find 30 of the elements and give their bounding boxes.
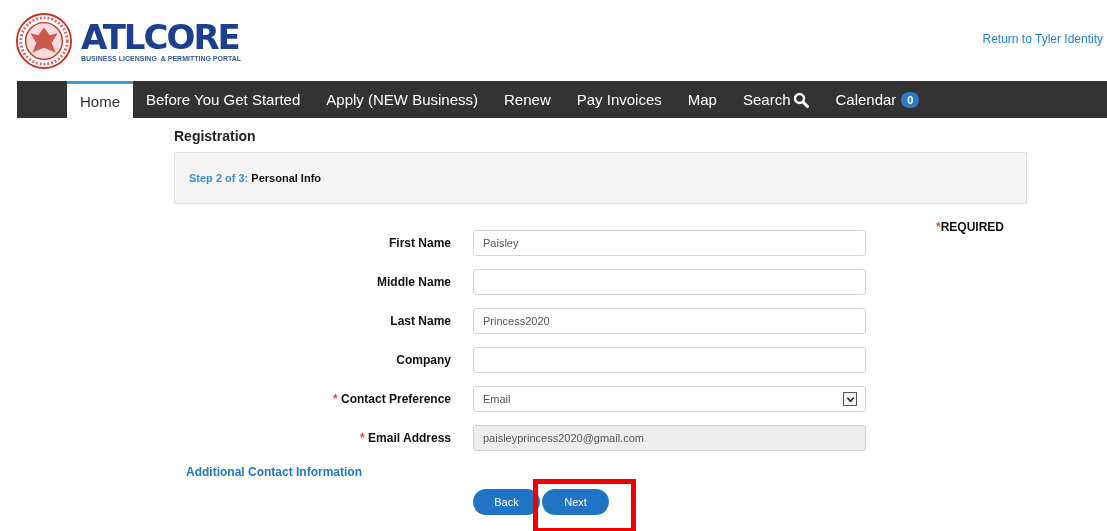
required-note: *REQUIRED [936, 220, 1004, 234]
next-button[interactable]: Next [542, 489, 609, 515]
field-label: Last Name [389, 314, 451, 328]
field-label: First Name [387, 236, 451, 250]
seal-icon [15, 11, 73, 70]
nav-tab[interactable]: Search [729, 81, 823, 118]
step-indicator: Step 2 of 3: Personal Info [189, 172, 322, 184]
field-label: Middle Name [376, 275, 451, 289]
count-badge: 0 [901, 91, 920, 108]
field-label: * Contact Preference [331, 392, 451, 406]
additional-contact-link[interactable]: Additional Contact Information [186, 465, 362, 479]
nav-tab[interactable]: Apply (NEW Business) [313, 81, 491, 118]
input-field[interactable]: Paisley [473, 230, 866, 256]
back-button[interactable]: Back [473, 489, 540, 515]
dropdown[interactable]: Email [473, 386, 866, 412]
search-icon [793, 91, 810, 108]
field-label: * Email Address [359, 431, 451, 445]
nav-tab[interactable]: Calendar 0 [822, 81, 933, 118]
nav-tab[interactable]: Before You Get Started [133, 81, 314, 118]
input-field[interactable]: Princess2020 [473, 308, 866, 334]
nav-tab[interactable]: Pay Invoices [563, 81, 675, 118]
input-field[interactable] [473, 347, 866, 373]
brand-logo: ATLCORE [81, 19, 239, 54]
nav-tab[interactable]: Home [67, 81, 133, 118]
nav-tab[interactable]: Renew [491, 81, 564, 118]
nav-tab[interactable]: Map [674, 81, 730, 118]
page-title: Registration [174, 128, 257, 144]
input-field[interactable] [473, 269, 866, 295]
field-label: Company [395, 353, 451, 367]
return-link[interactable]: Return to Tyler Identity [982, 32, 1103, 46]
